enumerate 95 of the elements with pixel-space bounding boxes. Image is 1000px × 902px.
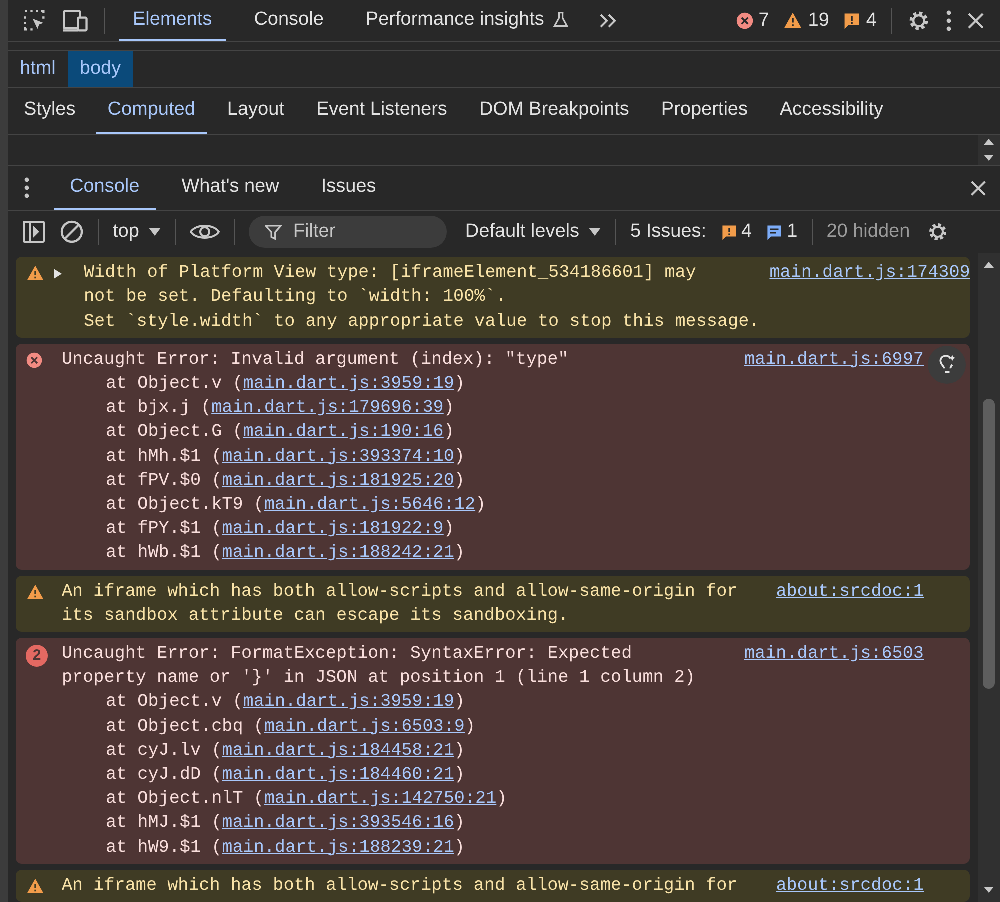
drawer-tab[interactable]: Issues (305, 166, 392, 210)
stack-frame: at Object.G (main.dart.js:190:16) (106, 420, 970, 445)
close-icon[interactable] (969, 178, 988, 198)
source-link[interactable]: main.dart.js:179696:39 (212, 398, 444, 418)
context-dropdown[interactable]: top (113, 221, 162, 243)
filter-field[interactable]: Filter (249, 216, 448, 248)
message-count: 4 (866, 10, 877, 32)
insight-button[interactable] (928, 346, 966, 384)
drawer-menu-icon[interactable] (24, 177, 30, 199)
scroll-up-icon[interactable] (983, 261, 995, 269)
panel-tab[interactable]: Performance insights (352, 0, 584, 41)
source-link[interactable]: main.dart.js:6503:9 (264, 716, 465, 737)
source-link[interactable]: main.dart.js:188239:21 (222, 838, 454, 858)
sidebar-tab[interactable]: Accessibility (768, 88, 896, 134)
breadcrumb[interactable]: body (68, 51, 134, 87)
message-text: Uncaught Error: FormatException: SyntaxError: Expected property name or '}' in JSON at position 1 (line 1 column 2) (62, 642, 696, 690)
issue-icon (720, 224, 738, 240)
message-text: An iframe which has both allow-scripts and allow-same-origin for (62, 874, 739, 898)
stack-frame: at Object.cbq (main.dart.js:6503:9) (106, 714, 970, 739)
message-text: Uncaught Error: Invalid argument (index): "type" (62, 348, 570, 372)
sidebar-tab[interactable]: Properties (649, 88, 760, 134)
warning-icon (26, 265, 45, 282)
source-link[interactable]: main.dart.js:181922:9 (222, 519, 444, 540)
issue-count: 1 (787, 221, 798, 243)
scrollbar[interactable] (978, 253, 1000, 902)
breadcrumb[interactable]: html (8, 51, 68, 87)
filter-icon (265, 224, 282, 241)
flask-icon (552, 10, 570, 28)
scroll-down-icon[interactable] (983, 886, 995, 894)
inspect-icon[interactable] (22, 8, 48, 34)
sidebar-tab[interactable]: Styles (12, 88, 88, 134)
sidebar-tab[interactable]: Computed (96, 88, 208, 134)
issues-label[interactable]: 5 Issues: (630, 221, 707, 243)
source-link[interactable]: about:srcdoc:1 (776, 580, 924, 604)
source-link[interactable]: main.dart.js:3959:19 (243, 374, 454, 394)
close-icon[interactable] (966, 10, 986, 30)
warning-icon (26, 878, 45, 895)
stack-frame: at Object.nlT (main.dart.js:142750:21) (106, 787, 970, 812)
device-toolbar-icon[interactable] (62, 8, 90, 34)
source-link[interactable]: main.dart.js:184458:21 (222, 740, 454, 761)
source-link[interactable]: main.dart.js:190:16 (243, 422, 444, 442)
eye-icon[interactable] (190, 222, 220, 242)
source-link[interactable]: main.dart.js:142750:21 (264, 789, 497, 810)
sidebar-tab[interactable]: Layout (215, 88, 296, 134)
stack-frame: at hW9.$1 (main.dart.js:188239:21) (106, 836, 970, 860)
source-link[interactable]: main.dart.js:5646:12 (264, 494, 476, 515)
message-text: Width of Platform View type: [iframeElement_534186601] may not be set. Defaulting to `width: 100%`. Set `style.width` to any appropriate value to stop this message. (84, 262, 760, 334)
warning-icon (26, 584, 45, 601)
source-link[interactable]: main.dart.js:393374:10 (222, 446, 454, 467)
source-link[interactable]: about:srcdoc:1 (776, 874, 924, 898)
stack-frame: at hWb.$1 (main.dart.js:188242:21) (106, 541, 970, 566)
source-link[interactable]: main.dart.js:184460:21 (222, 764, 454, 785)
stack-frame: at hMJ.$1 (main.dart.js:393546:16) (106, 811, 970, 836)
stack-frame: at cyJ.lv (main.dart.js:184458:21) (106, 738, 970, 763)
stack-frame: at Object.v (main.dart.js:3959:19) (106, 372, 970, 396)
scroll-down-icon[interactable] (983, 154, 995, 162)
info-message-icon (766, 224, 784, 240)
sidebar-toggle-icon[interactable] (22, 220, 46, 244)
stack-frame: at hMh.$1 (main.dart.js:393374:10) (106, 444, 970, 469)
scroll-up-icon[interactable] (983, 138, 995, 146)
warning-icon (783, 12, 804, 30)
stack-frame: at fPV.$0 (main.dart.js:181925:20) (106, 468, 970, 493)
log-levels-dropdown[interactable]: Default levels (465, 221, 602, 243)
source-link[interactable]: main.dart.js:6503 (744, 642, 924, 666)
message-count: 19 (808, 10, 830, 32)
stack-frame: at fPY.$1 (main.dart.js:181922:9) (106, 517, 970, 542)
sidebar-tab[interactable]: DOM Breakpoints (467, 88, 642, 134)
source-link[interactable]: main.dart.js:174309 (770, 261, 970, 286)
message-count: 7 (758, 10, 770, 32)
expand-triangle-icon[interactable] (53, 269, 63, 280)
hidden-count: 20 hidden (826, 221, 910, 243)
stack-frame: at cyJ.dD (main.dart.js:184460:21) (106, 762, 970, 788)
drawer-tab[interactable]: What's new (166, 166, 296, 210)
source-link[interactable]: main.dart.js:393546:16 (222, 813, 454, 834)
source-link[interactable]: main.dart.js:3959:19 (243, 692, 454, 712)
source-link[interactable]: main.dart.js:6997 (744, 348, 924, 372)
sidebar-tab[interactable]: Event Listeners (304, 88, 460, 134)
error-icon (26, 352, 43, 369)
caret-icon (149, 228, 162, 236)
clear-console-icon[interactable] (60, 220, 84, 244)
issue-count: 4 (742, 221, 752, 243)
lightbulb-icon (937, 354, 957, 376)
repeat-count-badge: 2 (26, 644, 48, 667)
stack-frame: at Object.v (main.dart.js:3959:19) (106, 690, 970, 715)
stack-frame: at bjx.j (main.dart.js:179696:39) (106, 396, 970, 420)
message-text: An iframe which has both allow-scripts and allow-same-origin for its sandbox attribute can escape its sandboxing. (62, 580, 739, 628)
issue-icon (843, 12, 862, 30)
error-icon (736, 12, 754, 30)
source-link[interactable]: main.dart.js:188242:21 (222, 543, 454, 564)
stack-frame: at Object.kT9 (main.dart.js:5646:12) (106, 492, 970, 518)
source-link[interactable]: main.dart.js:181925:20 (222, 470, 454, 491)
panel-tab[interactable]: Console (240, 0, 338, 41)
scrollbar-thumb[interactable] (983, 399, 995, 689)
more-options-icon[interactable] (946, 10, 952, 32)
caret-icon (589, 228, 602, 236)
